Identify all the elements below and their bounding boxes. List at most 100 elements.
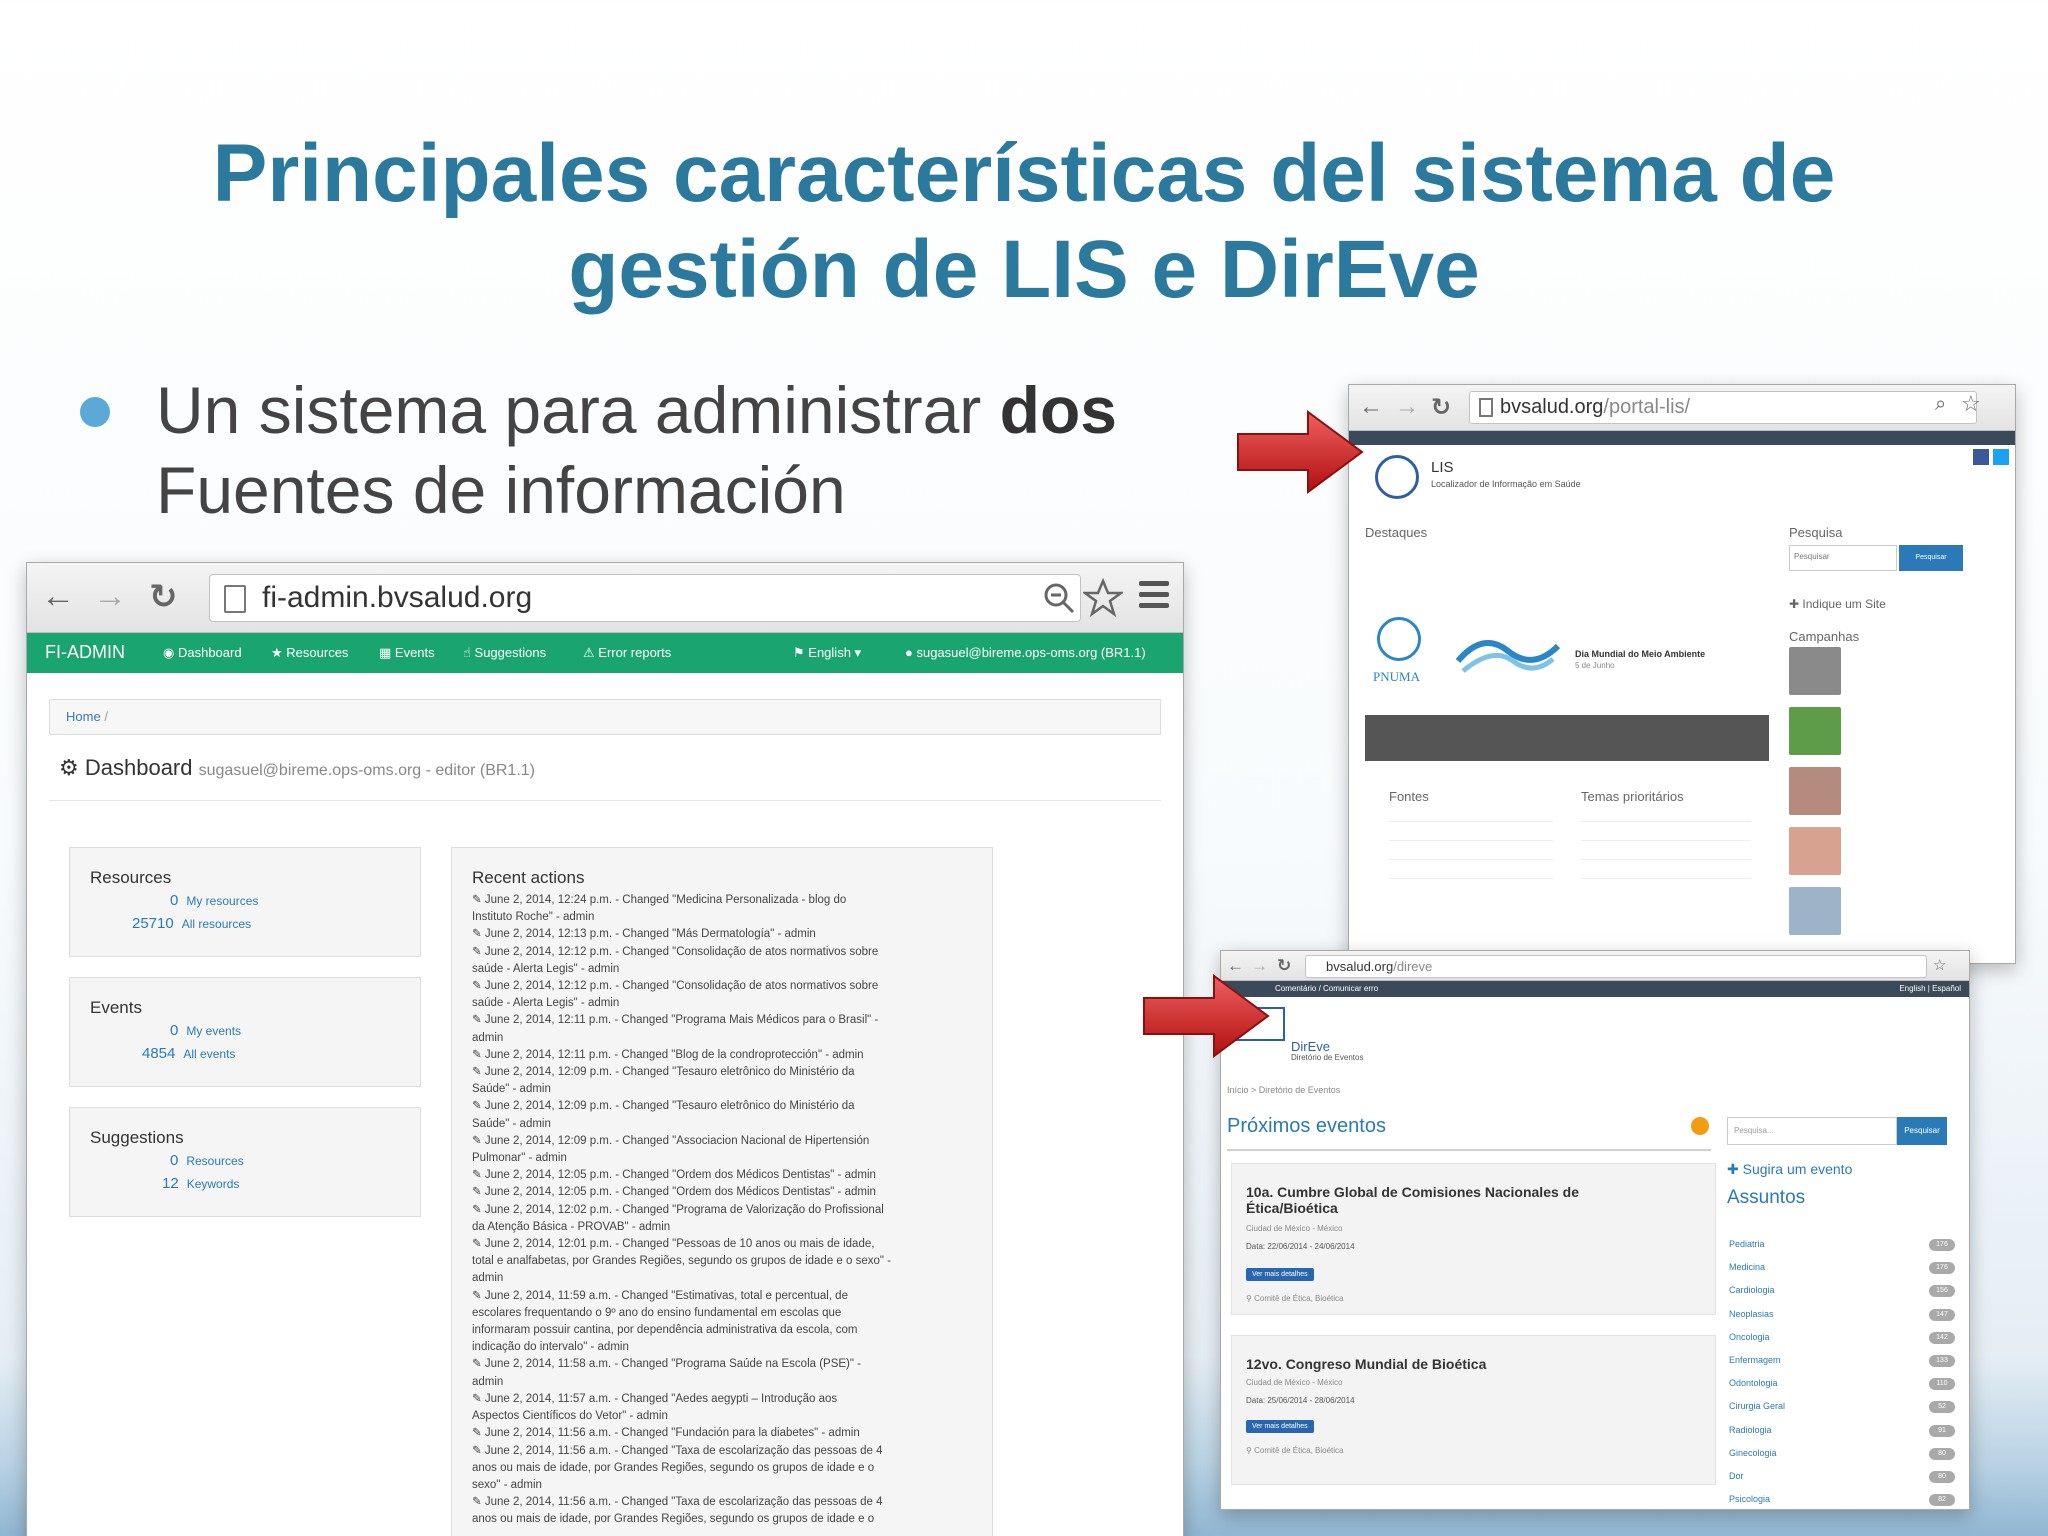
feedback-link[interactable]: Comentário / Comunicar erro (1275, 984, 1378, 993)
reload-icon[interactable]: ↻ (1277, 956, 1291, 976)
subject-count-badge: 91 (1929, 1424, 1955, 1437)
language-dropdown[interactable]: ⚑ English ▾ (793, 645, 861, 661)
subject-count-badge: 176 (1929, 1262, 1955, 1275)
campaign-thumbnail[interactable] (1789, 707, 1841, 755)
temas-list (1581, 809, 1751, 889)
campaign-thumbnail[interactable] (1789, 887, 1841, 935)
suggested-keywords-link[interactable]: 12 Keywords (162, 1175, 239, 1192)
direve-site-title: DirEve (1291, 1039, 1331, 1054)
nav-suggestions[interactable]: ☝ Suggestions (463, 645, 546, 661)
forward-arrow-icon[interactable]: → (1395, 393, 1419, 421)
fi-admin-browser-window: ← → ↻ fi-admin.bvsalud.org FI-ADMIN ◉ Da… (26, 562, 1184, 1536)
event-tag: ⚲ Comitê de Ética, Bioética (1246, 1294, 1344, 1303)
divider (1227, 1149, 1711, 1151)
twitter-icon[interactable] (1993, 449, 2009, 465)
subject-link[interactable]: Medicina (1729, 1262, 1765, 1272)
event-card: 10a. Cumbre Global de Comisiones Naciona… (1231, 1163, 1716, 1315)
lis-search-input[interactable]: Pesquisar (1789, 545, 1897, 571)
zoom-icon[interactable]: ⌕ (1935, 393, 1946, 416)
subject-link[interactable]: Radiologia (1729, 1425, 1772, 1435)
subject-link[interactable]: Cirurgia Geral (1729, 1401, 1785, 1411)
recent-action-line: Saúde" - admin (472, 1117, 551, 1130)
forward-arrow-icon[interactable]: → (93, 577, 127, 616)
back-arrow-icon[interactable]: ← (41, 577, 75, 616)
address-bar[interactable]: fi-admin.bvsalud.org (209, 574, 1081, 622)
campaign-thumbnail[interactable] (1789, 647, 1841, 695)
subject-link[interactable]: Neoplasias (1729, 1309, 1774, 1319)
bookmark-star-icon[interactable]: ☆ (1933, 956, 1946, 974)
nav-error-reports[interactable]: ⚠ Error reports (583, 645, 671, 661)
lis-search-button[interactable]: Pesquisar (1899, 545, 1963, 571)
fi-admin-brand[interactable]: FI-ADMIN (45, 642, 125, 663)
all-resources-link[interactable]: 25710 All resources (132, 915, 251, 932)
bookmark-star-icon[interactable] (1083, 578, 1123, 618)
nav-dashboard[interactable]: ◉ Dashboard (163, 645, 242, 661)
wave-logo-icon (1455, 640, 1561, 673)
language-links[interactable]: English | Español (1899, 981, 1961, 997)
recent-action-line: ✎ June 2, 2014, 12:12 p.m. - Changed "Co… (472, 980, 879, 993)
reload-icon[interactable]: ↻ (149, 577, 178, 617)
recent-action-line: ✎ June 2, 2014, 12:01 p.m. - Changed "Pe… (472, 1238, 875, 1251)
event-details-button[interactable]: Ver mais detalhes (1246, 1420, 1314, 1433)
suggest-event-link[interactable]: ✚ Sugira um evento (1727, 1161, 1852, 1178)
direve-site-subtitle: Diretório de Eventos (1291, 1053, 1364, 1062)
subject-link[interactable]: Odontologia (1729, 1378, 1778, 1388)
banner-caption (1365, 715, 1769, 761)
suggestions-title: Suggestions (90, 1128, 184, 1147)
all-events-link[interactable]: 4854 All events (142, 1045, 235, 1062)
recent-action-line: ✎ June 2, 2014, 12:09 p.m. - Changed "Te… (472, 1066, 855, 1079)
subject-link[interactable]: Dor (1729, 1471, 1744, 1481)
page-title: ⚙ Dashboard sugasuel@bireme.ops-oms.org … (49, 755, 1161, 801)
direve-search-input[interactable]: Pesquisa... (1727, 1117, 1897, 1145)
events-panel: Events 0 My events 4854 All events (69, 977, 421, 1087)
browser-toolbar: ← → ↻ fi-admin.bvsalud.org (27, 563, 1183, 633)
recent-action-line: ✎ June 2, 2014, 12:11 p.m. - Changed "Pr… (472, 1014, 879, 1027)
forward-arrow-icon[interactable]: → (1251, 956, 1268, 976)
direve-search-button[interactable]: Pesquisar (1897, 1117, 1947, 1145)
recent-action-line: Instituto Roche" - admin (472, 911, 595, 924)
event-title[interactable]: 12vo. Congreso Mundial de Bioética (1246, 1356, 1686, 1372)
recent-action-line: Saúde" - admin (472, 1083, 551, 1096)
subject-link[interactable]: Enfermagem (1729, 1355, 1781, 1365)
bireme-logo (1375, 455, 1419, 499)
bookmark-star-icon[interactable]: ☆ (1961, 391, 1981, 417)
nav-resources[interactable]: ★ Resources (271, 645, 348, 661)
breadcrumb-home[interactable]: Home (66, 709, 101, 724)
address-bar[interactable]: bvsalud.org/portal-lis/ (1469, 391, 1977, 424)
event-details-button[interactable]: Ver mais detalhes (1246, 1268, 1314, 1281)
reload-icon[interactable]: ↻ (1431, 393, 1451, 422)
subject-link[interactable]: Cardiologia (1729, 1285, 1775, 1295)
recent-action-line: indicação do intervalo" - admin (472, 1341, 629, 1354)
my-resources-link[interactable]: 0 My resources (170, 892, 258, 909)
banner-date: 5 de Junho (1575, 661, 1615, 670)
subject-link[interactable]: Ginecologia (1729, 1448, 1777, 1458)
nav-events[interactable]: ▦ Events (379, 645, 435, 661)
facebook-icon[interactable] (1973, 449, 1989, 465)
address-bar[interactable]: bvsalud.org/direve (1305, 955, 1927, 978)
event-title[interactable]: 10a. Cumbre Global de Comisiones Naciona… (1246, 1184, 1626, 1216)
recent-actions-panel: Recent actions ✎ June 2, 2014, 12:24 p.m… (451, 847, 993, 1536)
campaign-thumbnail[interactable] (1789, 767, 1841, 815)
recent-action-line: sexo" - admin (472, 1478, 542, 1491)
recent-action-line: ✎ June 2, 2014, 11:58 a.m. - Changed "Pr… (472, 1358, 861, 1371)
direve-browser-window: ← → ↻ bvsalud.org/direve ☆ Comentário / … (1220, 950, 1970, 1510)
breadcrumb: Início > Diretório de Eventos (1227, 1085, 1341, 1095)
indique-site-link[interactable]: ✚ Indique um Site (1789, 597, 1886, 611)
browser-toolbar: ← → ↻ bvsalud.org/portal-lis/ ⌕ ☆ (1349, 385, 2015, 431)
zoom-icon[interactable] (1043, 582, 1077, 616)
pnuma-logo (1377, 617, 1421, 661)
my-events-link[interactable]: 0 My events (170, 1022, 241, 1039)
subject-count-badge: 80 (1929, 1447, 1955, 1460)
back-arrow-icon[interactable]: ← (1227, 956, 1244, 976)
lis-browser-window: ← → ↻ bvsalud.org/portal-lis/ ⌕ ☆ LIS Lo… (1348, 384, 2016, 964)
user-menu[interactable]: ● sugasuel@bireme.ops-oms.org (BR1.1) (905, 645, 1146, 660)
suggested-resources-link[interactable]: 0 Resources (170, 1152, 244, 1169)
recent-action-line: da Atenção Básica - PROVAB" - admin (472, 1220, 671, 1233)
campaign-thumbnail[interactable] (1789, 827, 1841, 875)
recent-action-line: ✎ June 2, 2014, 12:09 p.m. - Changed "Te… (472, 1100, 855, 1113)
subject-link[interactable]: Psicologia (1729, 1494, 1770, 1504)
subject-link[interactable]: Pediatria (1729, 1239, 1765, 1249)
rss-icon[interactable] (1691, 1117, 1709, 1135)
subject-link[interactable]: Oncologia (1729, 1332, 1770, 1342)
menu-icon[interactable] (1139, 581, 1169, 614)
